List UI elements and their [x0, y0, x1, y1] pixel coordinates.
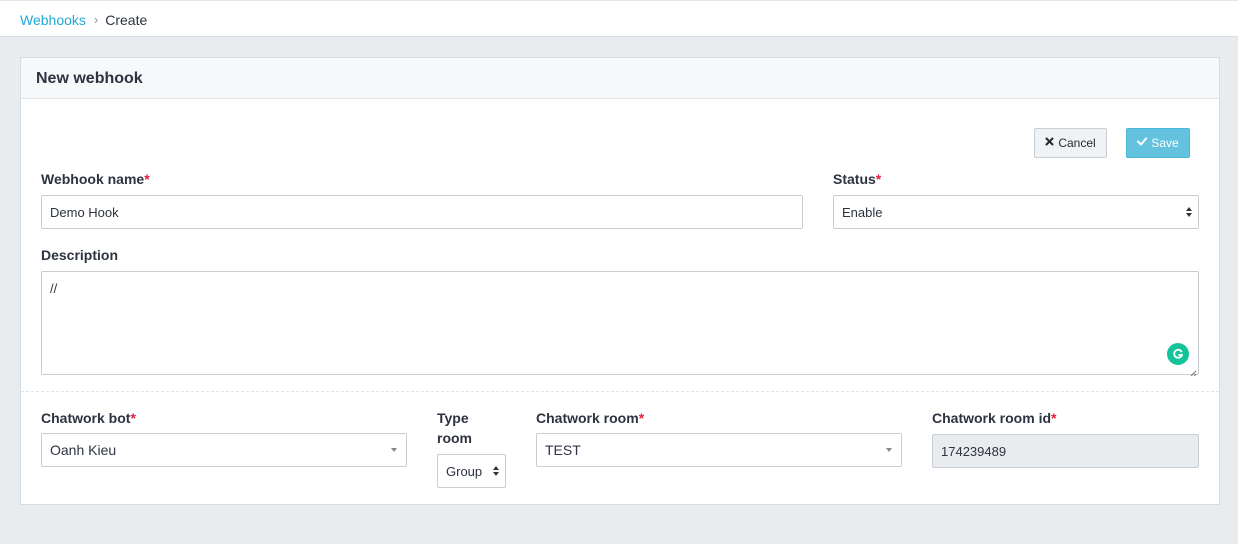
description-value: // — [50, 281, 58, 296]
chatwork-bot-label: Chatwork bot* — [41, 408, 136, 428]
required-mark: * — [1051, 410, 1057, 426]
section-divider — [21, 391, 1219, 392]
chatwork-bot-select[interactable]: Oanh Kieu — [41, 433, 407, 467]
chevron-down-icon — [391, 448, 397, 452]
webhook-name-input[interactable]: Demo Hook — [41, 195, 803, 229]
type-room-select[interactable]: Group — [437, 454, 506, 488]
updown-arrow-icon — [493, 466, 499, 476]
chatwork-room-value: TEST — [545, 442, 581, 458]
webhook-name-label-text: Webhook name — [41, 171, 145, 187]
type-room-label: Type room — [437, 408, 472, 448]
cancel-button[interactable]: Cancel — [1034, 128, 1107, 158]
grammarly-icon[interactable] — [1167, 343, 1189, 365]
webhook-name-value: Demo Hook — [50, 204, 119, 220]
chatwork-room-label-text: Chatwork room — [536, 410, 639, 426]
chatwork-bot-value: Oanh Kieu — [50, 442, 117, 458]
type-room-label-line2: room — [437, 430, 472, 446]
breadcrumb-separator: › — [93, 12, 99, 27]
required-mark: * — [144, 171, 150, 187]
breadcrumb: Webhooks › Create — [20, 11, 147, 29]
cancel-button-label: Cancel — [1058, 136, 1096, 150]
check-icon — [1137, 137, 1148, 149]
status-label: Status* — [833, 169, 881, 189]
type-room-label-line1: Type — [437, 410, 469, 426]
chatwork-room-id-value: 174239489 — [941, 443, 1007, 459]
description-label: Description — [41, 247, 119, 263]
resize-grip-icon[interactable] — [1189, 365, 1197, 377]
chatwork-bot-label-text: Chatwork bot — [41, 410, 131, 426]
required-mark: * — [875, 171, 882, 187]
status-label-text: Status — [833, 171, 876, 187]
breadcrumb-current: Create — [105, 12, 148, 28]
chatwork-room-label: Chatwork room* — [536, 408, 644, 428]
chatwork-room-select[interactable]: TEST — [536, 433, 902, 467]
webhook-name-label: Webhook name* — [41, 169, 150, 189]
save-button-label: Save — [1151, 136, 1179, 150]
card-title: New webhook — [36, 70, 143, 87]
description-textarea[interactable]: // — [41, 271, 1199, 377]
breadcrumb-webhooks-link[interactable]: Webhooks — [20, 11, 86, 29]
times-icon — [1045, 137, 1054, 149]
card-header: New webhook — [21, 58, 1219, 99]
top-bar: Webhooks › Create — [0, 0, 1238, 37]
status-select[interactable]: Enable — [833, 195, 1199, 229]
chatwork-room-id-input: 174239489 — [932, 434, 1199, 468]
chatwork-room-id-label-text: Chatwork room id — [932, 410, 1052, 426]
status-value: Enable — [842, 204, 883, 220]
chatwork-room-id-label: Chatwork room id* — [932, 408, 1056, 428]
updown-arrow-icon — [1186, 207, 1192, 217]
required-mark: * — [638, 410, 645, 426]
new-webhook-card: New webhook Cancel Save Webhook name* De… — [20, 57, 1220, 505]
save-button[interactable]: Save — [1126, 128, 1190, 158]
required-mark: * — [130, 410, 136, 426]
chevron-down-icon — [886, 448, 892, 452]
type-room-value: Group — [446, 463, 483, 479]
